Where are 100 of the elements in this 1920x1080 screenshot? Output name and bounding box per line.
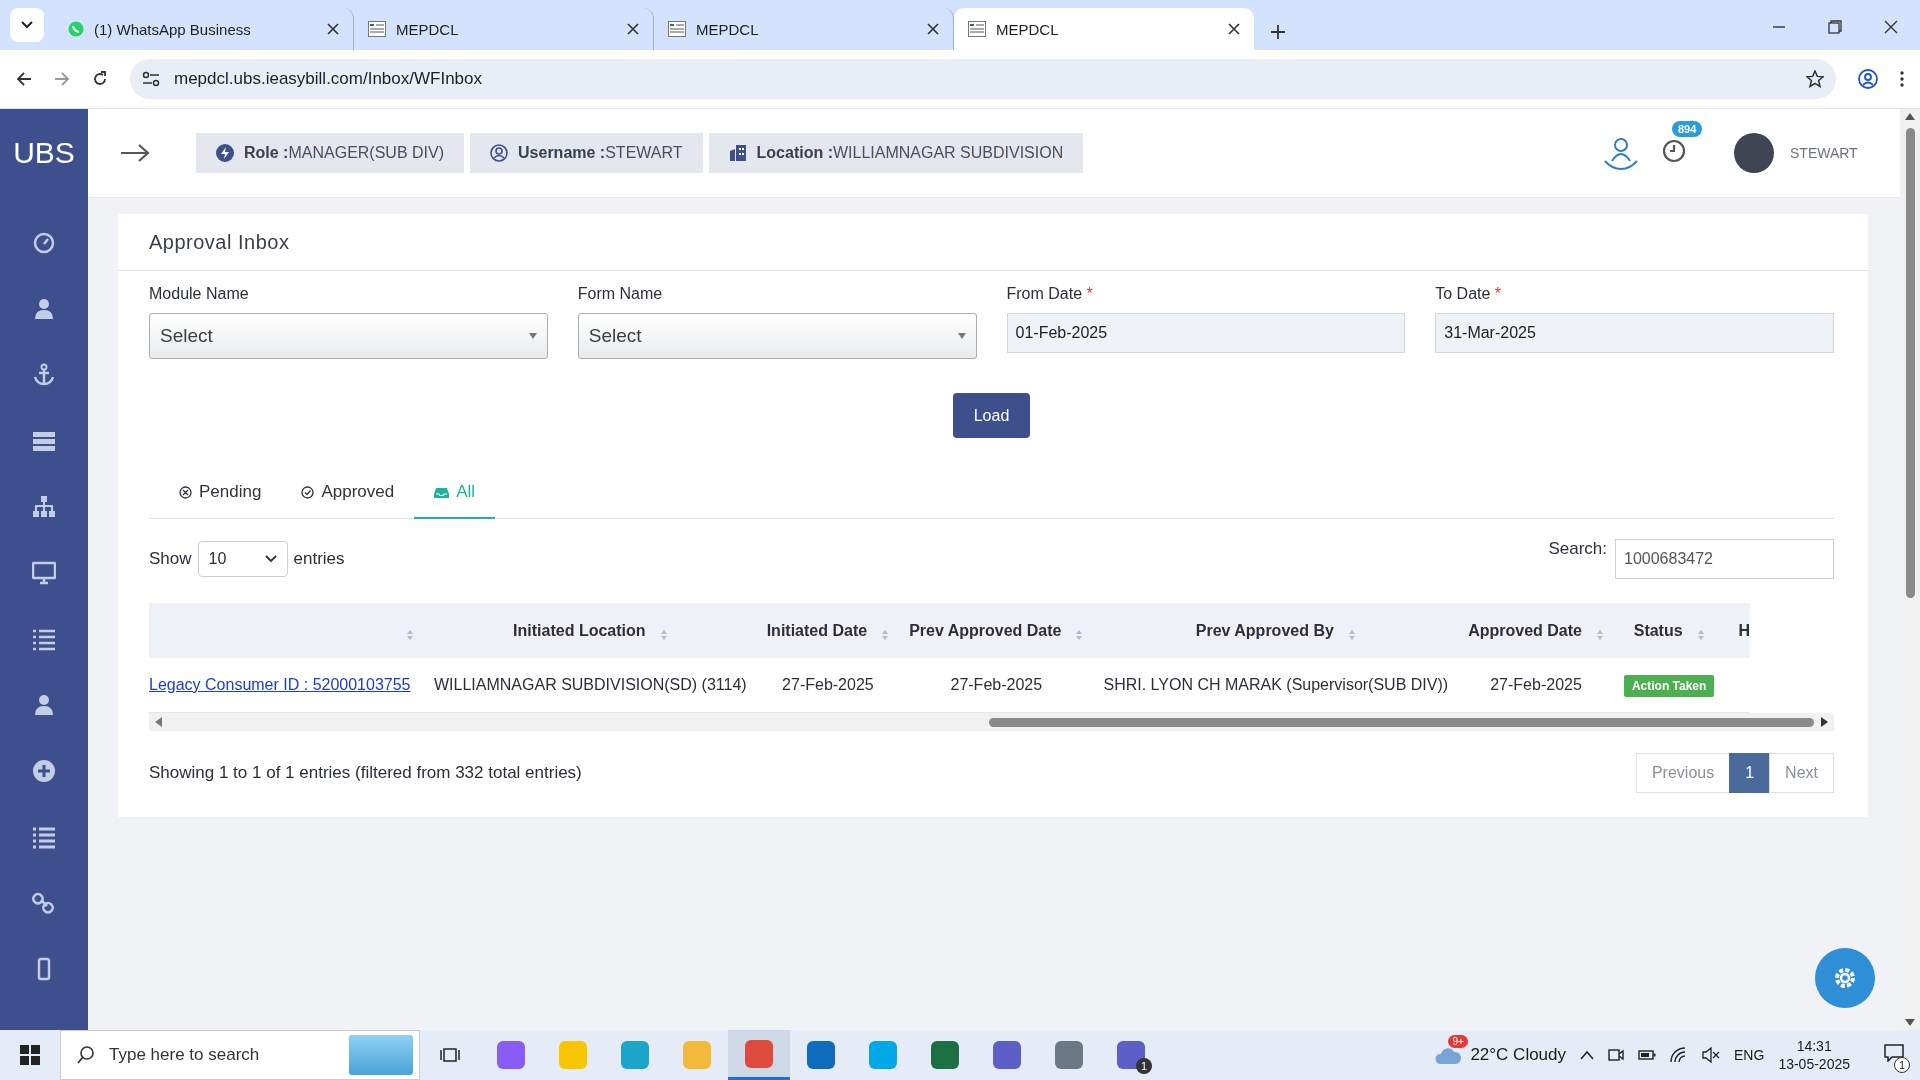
anchor-icon[interactable] — [32, 363, 56, 387]
plus-circle-icon[interactable] — [32, 759, 56, 783]
chevron-up-icon[interactable] — [1580, 1050, 1595, 1060]
profile-icon[interactable] — [1858, 69, 1878, 89]
horizontal-scrollbar[interactable] — [149, 713, 1834, 731]
site-settings-icon[interactable] — [142, 71, 160, 87]
gauge-icon[interactable] — [32, 231, 56, 255]
status-tab[interactable]: Approved — [281, 472, 415, 519]
check-circle-icon — [301, 485, 315, 499]
user-name[interactable]: STEWART — [1790, 145, 1870, 161]
table-cell: SHRI. LYON CH MARAK (Supervisor(SUB DIV)) — [1093, 658, 1459, 713]
scroll-thumb[interactable] — [1905, 128, 1915, 598]
close-icon[interactable] — [1884, 20, 1898, 34]
date-field[interactable]: 01-Feb-2025 — [1006, 313, 1406, 353]
arrow-right-icon[interactable] — [120, 143, 150, 163]
close-icon[interactable] — [327, 23, 339, 35]
star-icon[interactable] — [1806, 70, 1824, 88]
dropdown-arrow-icon[interactable] — [957, 333, 966, 339]
battery-icon[interactable] — [1638, 1049, 1657, 1061]
task-view-icon[interactable] — [440, 1046, 460, 1064]
scroll-down-icon[interactable] — [1905, 1019, 1915, 1026]
taskbar-search-field[interactable]: Type here to search — [60, 1030, 420, 1080]
user-icon[interactable] — [32, 693, 56, 717]
page-title: Approval Inbox — [149, 230, 290, 254]
page-length-select[interactable]: 10 — [197, 541, 288, 577]
clock-icon[interactable] — [1662, 139, 1686, 163]
dropdown-arrow-icon[interactable] — [528, 333, 537, 339]
new-tab-icon[interactable] — [1270, 24, 1286, 40]
weather-badge: 9+ — [1448, 1035, 1468, 1048]
vertical-scrollbar[interactable] — [1900, 109, 1920, 1030]
search-label: Search: — [1548, 539, 1607, 559]
table-info: Showing 1 to 1 of 1 entries (filtered from 332 total entries) — [149, 763, 582, 783]
monitor-icon[interactable] — [32, 561, 56, 585]
scroll-up-icon[interactable] — [1905, 113, 1915, 120]
chat-bubble-icon — [68, 21, 84, 37]
scroll-right-icon[interactable] — [1820, 717, 1828, 727]
browser-tab[interactable]: MEPDCL — [954, 8, 1254, 50]
user-icon[interactable] — [32, 297, 56, 321]
user-circle-icon — [490, 144, 509, 162]
server-icon[interactable] — [32, 429, 56, 453]
gear-icon[interactable] — [1832, 965, 1858, 991]
consumer-link[interactable]: Legacy Consumer ID : 52000103755 — [149, 676, 411, 693]
table-cell: 27-Feb-2025 — [756, 658, 900, 713]
restore-icon[interactable] — [1828, 20, 1842, 34]
windows-start-icon[interactable] — [20, 1045, 40, 1065]
cross-circle-icon — [179, 485, 192, 499]
table-cell: 27-Feb-2025 — [899, 658, 1094, 713]
weather-text[interactable]: 22°C Cloudy — [1470, 1045, 1567, 1065]
site-favicon-icon — [368, 21, 386, 37]
tab-search-button[interactable] — [10, 8, 44, 42]
header-info-chip: Location :WILLIAMNAGAR SUBDIVISION — [708, 133, 1084, 173]
inbox-icon — [434, 485, 450, 499]
status-tab[interactable]: Pending — [159, 472, 282, 519]
taskbar-app-icon[interactable] — [728, 1030, 790, 1080]
app-badge: 1 — [1136, 1058, 1152, 1074]
column-header[interactable]: Prev Approved By — [1195, 621, 1334, 640]
cloud-icon[interactable] — [1434, 1045, 1463, 1065]
show-label: Show — [149, 549, 192, 569]
language-indicator[interactable]: ENG — [1734, 1047, 1765, 1063]
speaker-muted-icon[interactable] — [1702, 1047, 1721, 1063]
clock[interactable]: 14:31 13-05-2025 — [1778, 1037, 1850, 1073]
field-label: From Date * — [1006, 285, 1094, 303]
avatar[interactable] — [1734, 133, 1774, 173]
scroll-left-icon[interactable] — [155, 717, 163, 727]
bolt-icon — [216, 144, 234, 162]
column-header[interactable]: Status — [1633, 621, 1683, 640]
building-icon — [728, 144, 747, 162]
search-icon[interactable] — [77, 1046, 95, 1064]
list-icon[interactable] — [32, 825, 56, 849]
user-sync-icon[interactable] — [1602, 135, 1640, 171]
app-logo: UBS — [13, 135, 75, 171]
notification-center-icon[interactable] — [1884, 1043, 1904, 1062]
header-info-chip: Username :STEWART — [470, 133, 703, 173]
link-icon[interactable] — [32, 891, 56, 915]
table-cell: 27-Feb-2025 — [1458, 658, 1614, 713]
menu-icon[interactable] — [1900, 71, 1904, 87]
column-header[interactable]: Initiated Location — [513, 621, 646, 640]
pagination-button[interactable]: 1 — [1729, 753, 1771, 793]
column-header[interactable]: H — [1724, 603, 1750, 658]
close-icon[interactable] — [1228, 23, 1240, 35]
reload-icon[interactable] — [92, 71, 108, 87]
close-icon[interactable] — [927, 23, 939, 35]
table-cell: WILLIAMNAGAR SUBDIVISION(SD) (3114) — [424, 658, 757, 713]
entries-label: entries — [293, 549, 345, 569]
select-field[interactable]: Select — [577, 313, 977, 359]
sitemap-icon[interactable] — [32, 495, 56, 519]
list-icon[interactable] — [32, 627, 56, 651]
select-field[interactable]: Select — [149, 313, 548, 359]
chevron-down-icon[interactable] — [21, 21, 33, 29]
notification-count: 1 — [1894, 1056, 1910, 1073]
date-field[interactable]: 31-Mar-2025 — [1435, 313, 1834, 353]
settings-button[interactable] — [1815, 948, 1875, 1008]
close-icon[interactable] — [627, 23, 639, 35]
search-field[interactable]: 1000683472 — [1615, 539, 1834, 579]
load-button[interactable]: Load — [953, 393, 1030, 438]
chevron-down-icon[interactable] — [264, 555, 277, 563]
site-favicon-icon — [668, 21, 686, 37]
camera-icon[interactable] — [1608, 1048, 1625, 1062]
back-icon[interactable] — [16, 71, 32, 87]
forward-icon[interactable] — [54, 71, 70, 87]
